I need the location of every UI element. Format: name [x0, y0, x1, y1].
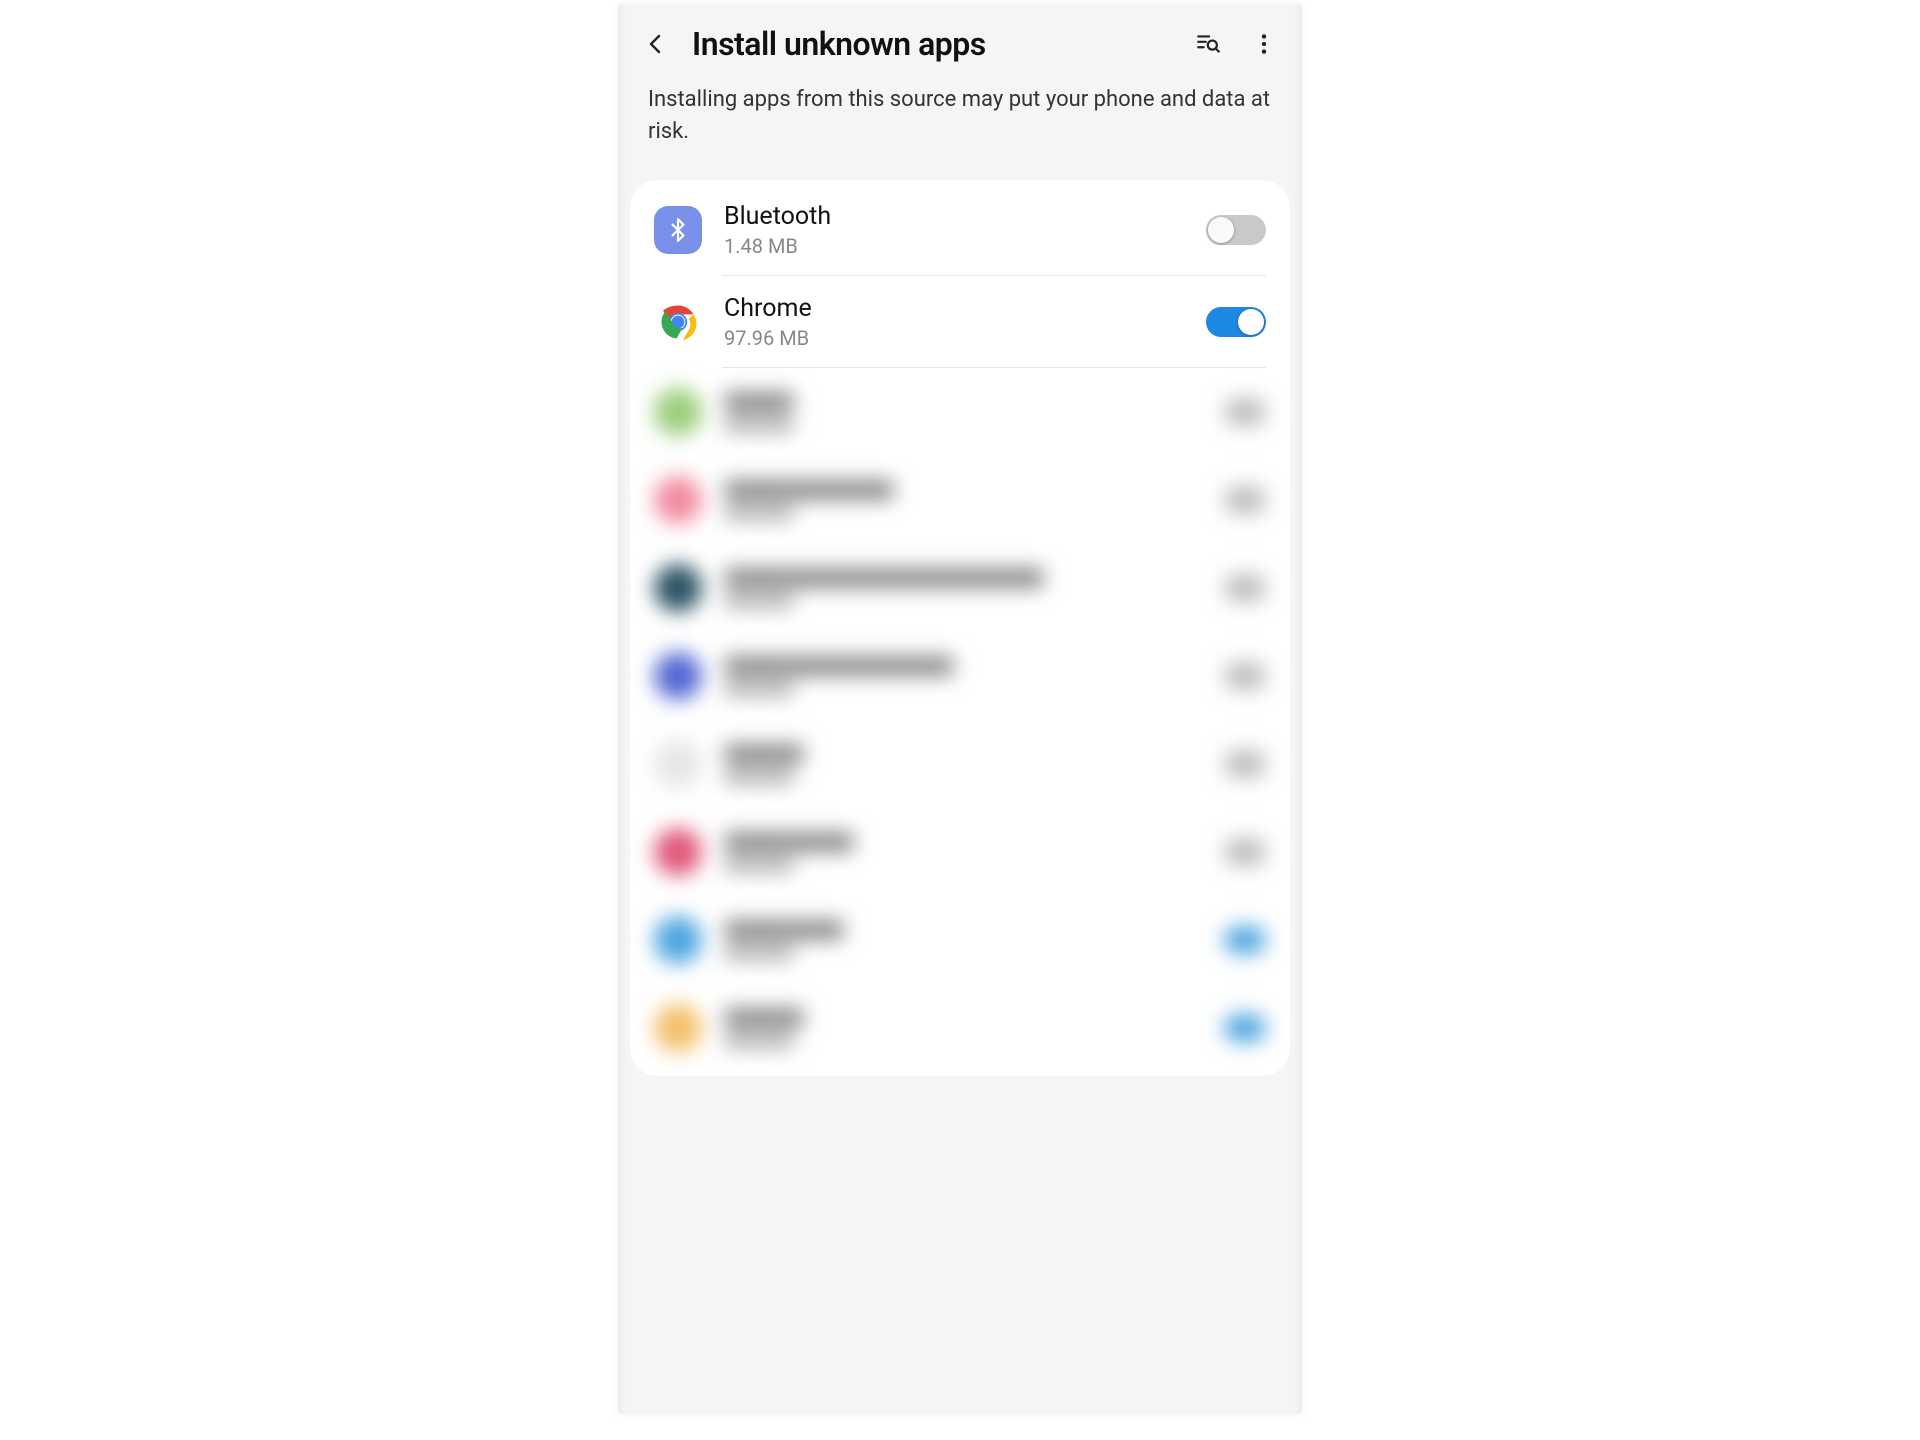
app-icon-blurred — [654, 564, 702, 612]
toggle-blurred — [1224, 662, 1266, 690]
app-row-blurred — [630, 808, 1290, 896]
app-row-blurred — [630, 720, 1290, 808]
app-text-blurred — [724, 480, 1202, 520]
frame-shadow — [618, 4, 626, 1414]
app-text-blurred — [724, 568, 1202, 608]
app-text-blurred — [724, 656, 1202, 696]
app-row-blurred — [630, 456, 1290, 544]
search-button[interactable] — [1188, 24, 1228, 64]
toggle-chrome[interactable] — [1206, 307, 1266, 337]
app-text: Chrome 97.96 MB — [724, 294, 1184, 350]
app-text-blurred — [724, 832, 1202, 872]
app-size-label: 97.96 MB — [724, 326, 1184, 350]
app-size-label: 1.48 MB — [724, 234, 1184, 258]
toggle-bluetooth[interactable] — [1206, 215, 1266, 245]
toggle-blurred — [1224, 1014, 1266, 1042]
app-text: Bluetooth 1.48 MB — [724, 202, 1184, 258]
app-text-blurred — [724, 392, 1202, 432]
toggle-knob — [1208, 217, 1234, 243]
app-row-blurred — [630, 632, 1290, 720]
app-icon-blurred — [654, 916, 702, 964]
toggle-blurred — [1224, 486, 1266, 514]
blurred-app-list — [630, 368, 1290, 1072]
toggle-blurred — [1224, 574, 1266, 602]
more-options-button[interactable] — [1244, 24, 1284, 64]
app-icon-blurred — [654, 476, 702, 524]
app-row-chrome[interactable]: Chrome 97.96 MB — [630, 276, 1290, 368]
app-icon-blurred — [654, 1004, 702, 1052]
app-icon-blurred — [654, 740, 702, 788]
page-title: Install unknown apps — [692, 25, 1172, 63]
toggle-blurred — [1224, 750, 1266, 778]
toggle-blurred — [1224, 926, 1266, 954]
settings-screen: Install unknown apps Installing apps fro… — [618, 4, 1302, 1414]
app-row-blurred — [630, 544, 1290, 632]
toggle-knob — [1238, 309, 1264, 335]
toggle-blurred — [1224, 838, 1266, 866]
app-icon-blurred — [654, 388, 702, 436]
app-icon-blurred — [654, 652, 702, 700]
bluetooth-icon — [654, 206, 702, 254]
filter-search-icon — [1195, 31, 1221, 57]
chrome-icon — [654, 298, 702, 346]
app-name-label: Chrome — [724, 294, 1184, 324]
app-bar: Install unknown apps — [618, 4, 1302, 76]
app-name-label: Bluetooth — [724, 202, 1184, 232]
toggle-blurred — [1224, 398, 1266, 426]
app-list-card: Bluetooth 1.48 MB Chrome — [630, 180, 1290, 1076]
app-row-blurred — [630, 984, 1290, 1072]
app-text-blurred — [724, 920, 1202, 960]
kebab-menu-icon — [1251, 31, 1277, 57]
back-button[interactable] — [636, 24, 676, 64]
app-row-blurred — [630, 896, 1290, 984]
app-icon-blurred — [654, 828, 702, 876]
app-row-blurred — [630, 368, 1290, 456]
page-subtitle: Installing apps from this source may put… — [618, 76, 1302, 180]
frame-shadow — [1294, 4, 1302, 1414]
app-text-blurred — [724, 1008, 1202, 1048]
app-row-bluetooth[interactable]: Bluetooth 1.48 MB — [630, 184, 1290, 276]
chevron-left-icon — [644, 32, 668, 56]
app-text-blurred — [724, 744, 1202, 784]
